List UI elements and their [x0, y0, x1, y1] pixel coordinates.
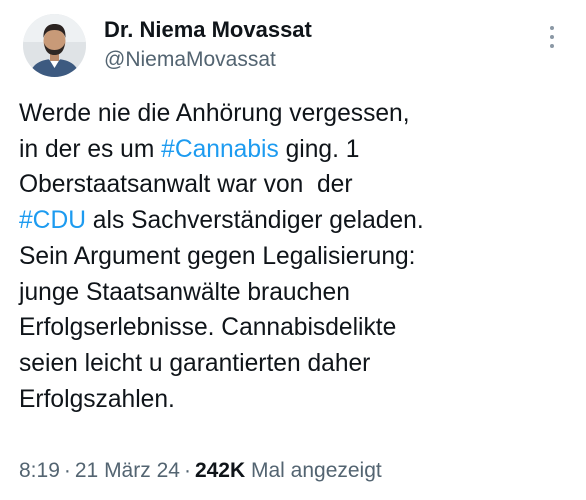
views-label: Mal angezeigt [250, 459, 382, 482]
tweet-text-line: Erfolgserlebnisse. Cannabisdelikte [19, 310, 574, 346]
tweet-text-line: #CDU als Sachverständiger geladen. [19, 203, 574, 239]
tweet-text-segment: Erfolgszahlen. [19, 385, 175, 413]
tweet-text: Werde nie die Anhörung vergessen, in der … [19, 96, 574, 417]
tweet-text-segment: Oberstaatsanwalt war von der [19, 171, 353, 199]
author-display-name[interactable]: Dr. Niema Movassat [104, 17, 312, 43]
views-count: 242K [194, 459, 246, 482]
tweet-text-segment: Werde nie die Anhörung vergessen, [19, 100, 410, 127]
tweet-text-segment: seien leicht u garantierten daher [19, 349, 371, 377]
tweet-text-line: Erfolgszahlen. [19, 382, 574, 418]
tweet-text-segment: in der es um [19, 135, 162, 163]
tweet-text-segment: junge Staatsanwälte brauchen [19, 278, 350, 306]
author-block: Dr. Niema Movassat @NiemaMovassat [104, 17, 312, 73]
tweet-text-segment: Sein Argument gegen Legalisierung: [19, 242, 416, 270]
hashtag-link[interactable]: #Cannabis [161, 136, 279, 163]
tweet-text-line: Sein Argument gegen Legalisierung: [19, 239, 574, 275]
tweet-text-segment: Erfolgserlebnisse. Cannabisdelikte [19, 314, 397, 342]
tweet-meta: 8:19 · 21 März 24 · 242K Mal angezeigt [19, 457, 382, 485]
meta-separator: · [63, 459, 71, 482]
hashtag-link[interactable]: #CDU [19, 207, 86, 234]
tweet-text-line: junge Staatsanwälte brauchen [19, 275, 574, 311]
tweet-text-line: in der es um #Cannabis ging. 1 [19, 132, 574, 168]
tweet: Dr. Niema Movassat @NiemaMovassat Werde … [0, 0, 586, 500]
author-handle[interactable]: @NiemaMovassat [104, 47, 312, 73]
tweet-text-line: seien leicht u garantierten daher [19, 346, 574, 382]
meta-separator: · [183, 459, 191, 482]
tweet-text-line: Werde nie die Anhörung vergessen, [19, 96, 574, 132]
avatar-photo-icon [23, 14, 86, 77]
tweet-text-line: Oberstaatsanwalt war von der [19, 167, 574, 203]
tweet-time[interactable]: 8:19 [19, 459, 60, 482]
more-options-icon[interactable] [544, 26, 560, 56]
author-avatar[interactable] [23, 14, 86, 77]
tweet-date[interactable]: 21 März 24 [75, 459, 180, 482]
tweet-text-segment: als Sachverständiger geladen. [85, 207, 424, 235]
tweet-text-segment: ging. 1 [278, 135, 360, 163]
